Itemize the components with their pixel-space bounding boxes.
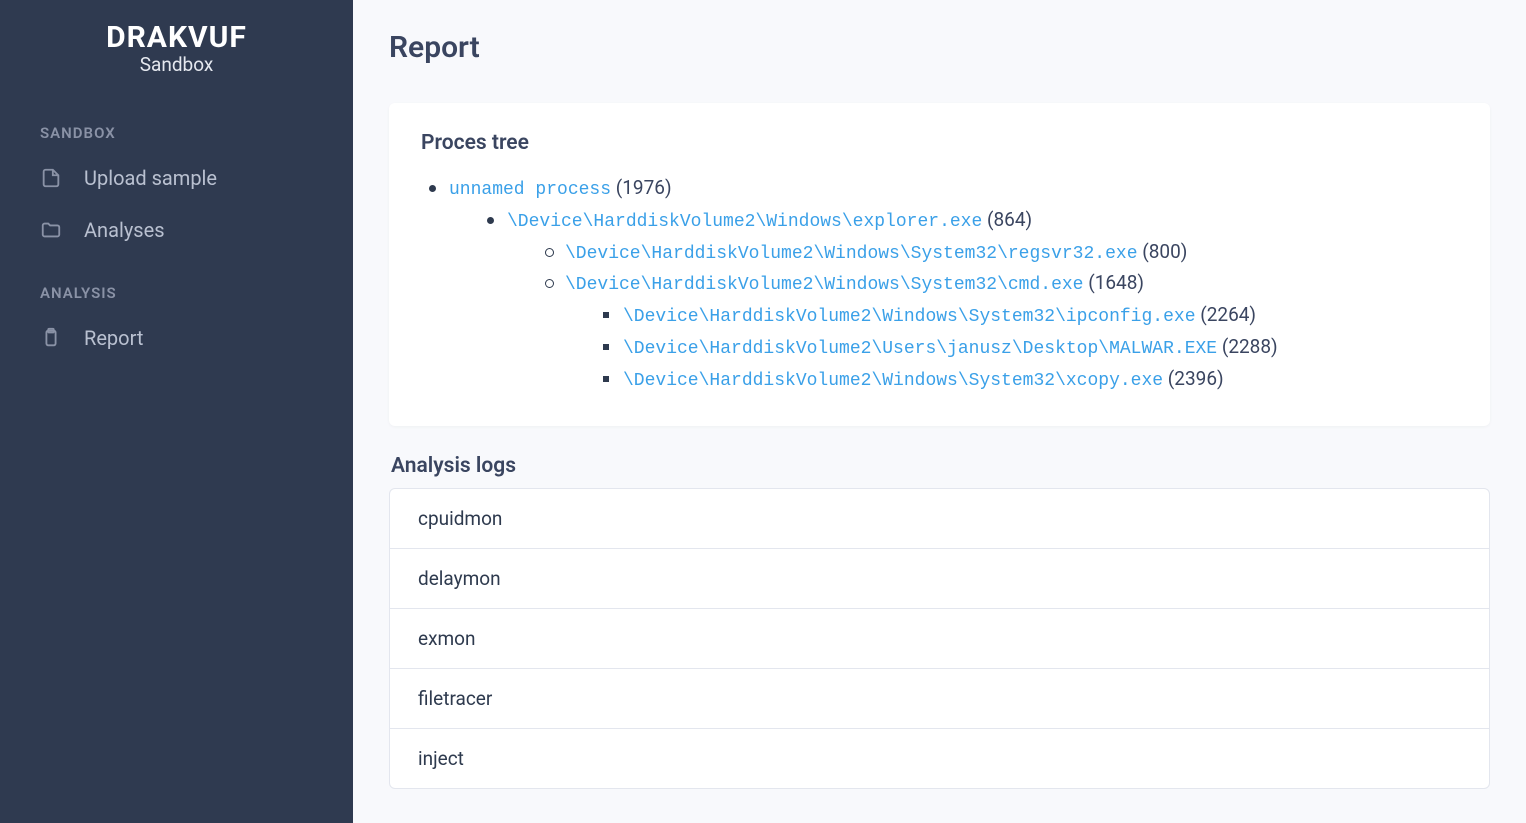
process-pid: (2288) — [1217, 335, 1278, 358]
process-tree: unnamed process (1976) \Device\HarddiskVo… — [421, 173, 1458, 396]
analysis-logs-list: cpuidmondelaymonexmonfiletracerinject — [389, 488, 1490, 789]
sidebar-item-label: Analyses — [84, 218, 165, 242]
log-item[interactable]: inject — [390, 729, 1489, 788]
nav-section-sandbox-label: SANDBOX — [0, 96, 353, 152]
main-content: Report Proces tree unnamed process (1976… — [353, 0, 1526, 823]
page-title: Report — [389, 30, 1490, 65]
sidebar-item-analyses[interactable]: Analyses — [0, 204, 353, 256]
process-tree-node: \Device\HarddiskVolume2\Windows\System32… — [595, 300, 1458, 332]
brand: DRAKVUF Sandbox — [0, 20, 353, 96]
process-tree-card: Proces tree unnamed process (1976) \Devic… — [389, 103, 1490, 426]
clipboard-icon — [40, 327, 62, 349]
log-item[interactable]: cpuidmon — [390, 489, 1489, 549]
process-name-link[interactable]: \Device\HarddiskVolume2\Windows\explorer… — [507, 212, 982, 232]
sidebar-item-report[interactable]: Report — [0, 312, 353, 364]
process-pid: (800) — [1138, 240, 1188, 263]
log-item[interactable]: exmon — [390, 609, 1489, 669]
process-tree-title: Proces tree — [421, 131, 1458, 155]
process-tree-node: \Device\HarddiskVolume2\Windows\System32… — [595, 364, 1458, 396]
analysis-logs-section: Analysis logs cpuidmondelaymonexmonfilet… — [389, 454, 1490, 789]
process-tree-node: \Device\HarddiskVolume2\Windows\System32… — [537, 237, 1458, 269]
process-name-link[interactable]: unnamed process — [449, 180, 611, 200]
brand-title: DRAKVUF — [40, 20, 313, 55]
log-item[interactable]: filetracer — [390, 669, 1489, 729]
process-tree-node: \Device\HarddiskVolume2\Windows\System32… — [537, 268, 1458, 395]
brand-subtitle: Sandbox — [40, 53, 313, 76]
sidebar-item-label: Upload sample — [84, 166, 217, 190]
process-tree-node: \Device\HarddiskVolume2\Users\janusz\Des… — [595, 332, 1458, 364]
sidebar-item-upload-sample[interactable]: Upload sample — [0, 152, 353, 204]
sidebar-item-label: Report — [84, 326, 143, 350]
process-pid: (2396) — [1163, 367, 1224, 390]
nav-section-analysis-label: ANALYSIS — [0, 256, 353, 312]
analysis-logs-title: Analysis logs — [389, 454, 1490, 478]
log-item[interactable]: delaymon — [390, 549, 1489, 609]
sidebar: DRAKVUF Sandbox SANDBOX Upload sample An… — [0, 0, 353, 823]
process-pid: (1648) — [1083, 271, 1144, 294]
file-icon — [40, 167, 62, 189]
process-name-link[interactable]: \Device\HarddiskVolume2\Windows\System32… — [565, 244, 1138, 264]
process-name-link[interactable]: \Device\HarddiskVolume2\Windows\System32… — [565, 275, 1083, 295]
process-pid: (2264) — [1196, 303, 1257, 326]
process-name-link[interactable]: \Device\HarddiskVolume2\Users\janusz\Des… — [623, 339, 1217, 359]
process-name-link[interactable]: \Device\HarddiskVolume2\Windows\System32… — [623, 371, 1163, 391]
folder-icon — [40, 219, 62, 241]
process-tree-node: \Device\HarddiskVolume2\Windows\explorer… — [479, 205, 1458, 396]
process-pid: (864) — [982, 208, 1032, 231]
process-name-link[interactable]: \Device\HarddiskVolume2\Windows\System32… — [623, 307, 1196, 327]
process-pid: (1976) — [611, 176, 672, 199]
process-tree-node: unnamed process (1976) \Device\HarddiskVo… — [421, 173, 1458, 396]
